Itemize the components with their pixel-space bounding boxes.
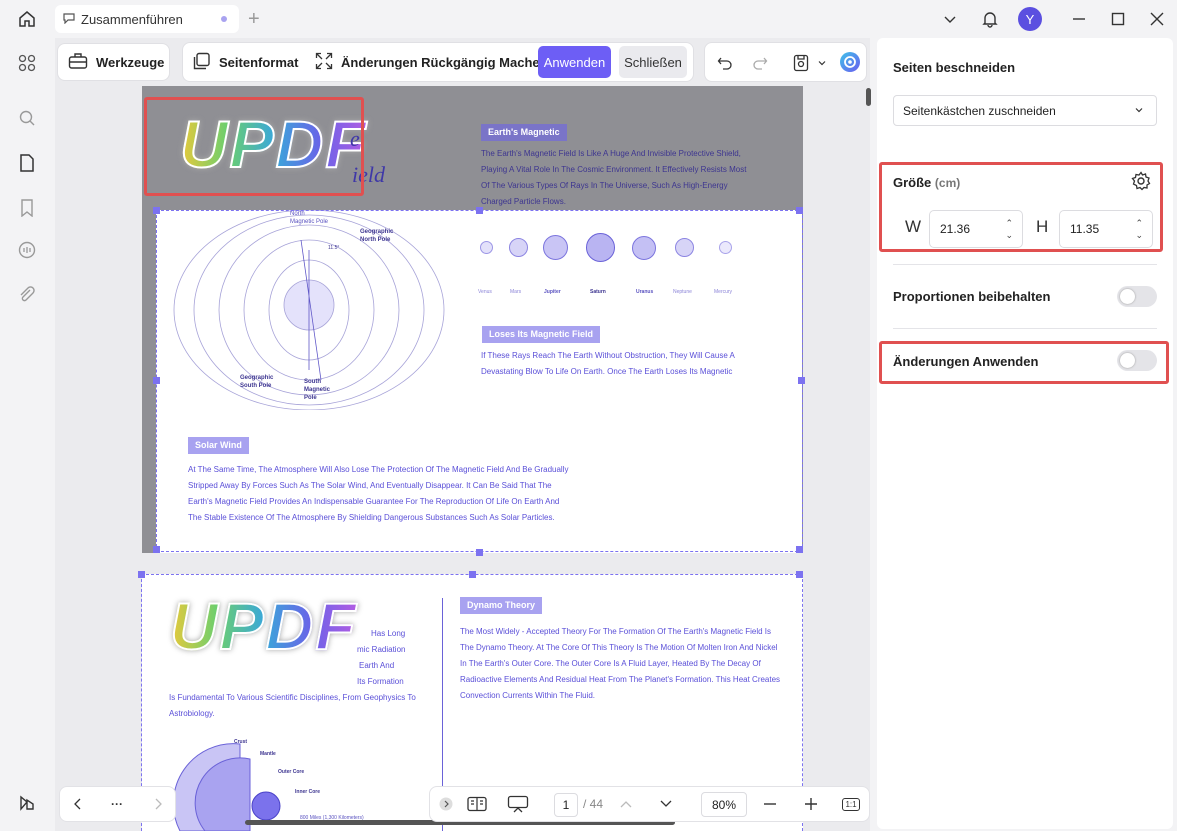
- comments-icon[interactable]: [15, 238, 39, 262]
- apply-button[interactable]: Anwenden: [538, 46, 611, 78]
- crop-handle-top-right[interactable]: [796, 207, 803, 214]
- undo-icon[interactable]: [715, 52, 735, 74]
- divider: [893, 264, 1157, 265]
- tools-button[interactable]: Werkzeuge: [57, 43, 170, 81]
- layers-icon[interactable]: [15, 791, 39, 815]
- crop-handle-top[interactable]: [476, 207, 483, 214]
- edit-toolbar: [704, 42, 867, 82]
- highlight-logo: [144, 97, 364, 196]
- bookmark-icon[interactable]: [15, 196, 39, 220]
- chevron-down-icon: [1134, 104, 1144, 118]
- tab-title: Zusammenführen: [81, 11, 183, 27]
- crop-handle-top-left[interactable]: [153, 207, 160, 214]
- undo-changes-label: Änderungen Rückgängig Machen: [341, 54, 548, 70]
- maximize-icon[interactable]: [1108, 8, 1128, 30]
- presentation-icon[interactable]: [506, 787, 530, 821]
- expand-icon: [315, 52, 333, 73]
- avatar[interactable]: Y: [1018, 7, 1042, 31]
- tab-document[interactable]: Zusammenführen: [55, 5, 239, 33]
- undo-changes-button[interactable]: Änderungen Rückgängig Machen: [315, 43, 548, 81]
- crop2-handle-top[interactable]: [469, 571, 476, 578]
- more-button[interactable]: ···: [104, 787, 130, 821]
- crop-handle-right[interactable]: [798, 377, 805, 384]
- redo-icon[interactable]: [750, 52, 770, 74]
- home-icon[interactable]: [14, 8, 40, 30]
- section-label-earth-magnetic: Earth's Magnetic: [481, 124, 567, 141]
- highlight-size-section: [879, 162, 1163, 252]
- actual-size-label: 1:1: [842, 797, 860, 811]
- chevron-up-icon[interactable]: [616, 787, 636, 821]
- crop-handle-left[interactable]: [153, 377, 160, 384]
- keep-proportions-toggle[interactable]: [1117, 286, 1157, 307]
- crop2-handle-top-left[interactable]: [138, 571, 145, 578]
- page-navigation-bar: 1 / 44 80% 1:1: [429, 786, 870, 822]
- vertical-scrollbar[interactable]: [866, 88, 871, 106]
- reading-mode-icon[interactable]: [466, 787, 488, 821]
- page-format-label: Seitenformat: [219, 54, 299, 70]
- left-sidebar: [0, 38, 55, 831]
- save-dropdown-icon[interactable]: [815, 52, 829, 74]
- page-format-button[interactable]: Seitenformat: [193, 43, 298, 81]
- collapse-toggle-icon[interactable]: [438, 787, 454, 821]
- apps-grid-icon[interactable]: [15, 51, 39, 75]
- crop2-handle-top-right[interactable]: [796, 571, 803, 578]
- title-bar: Zusammenführen + Y: [0, 0, 1177, 38]
- crop-handle-bottom[interactable]: [476, 549, 483, 556]
- chevron-down-icon[interactable]: [940, 8, 960, 30]
- zoom-level[interactable]: 80%: [701, 792, 747, 817]
- comment-icon: [63, 12, 75, 27]
- attachment-icon[interactable]: [15, 283, 39, 307]
- search-icon[interactable]: [15, 106, 39, 130]
- unsaved-dot: [221, 16, 227, 22]
- actual-size-button[interactable]: 1:1: [840, 787, 862, 821]
- thumbnail-nav: ···: [59, 786, 176, 822]
- section-text-earth-magnetic: The Earth's Magnetic Field Is Like A Hug…: [481, 149, 747, 206]
- chevron-right-icon[interactable]: [146, 787, 170, 821]
- crop-settings-panel: Seiten beschneiden Seitenkästchen zuschn…: [877, 38, 1173, 829]
- divider: [893, 328, 1157, 329]
- save-icon[interactable]: [791, 52, 811, 74]
- close-window-icon[interactable]: [1147, 8, 1167, 30]
- page-total: / 44: [582, 797, 603, 811]
- zoom-out-icon[interactable]: [760, 787, 780, 821]
- chevron-down-icon[interactable]: [656, 787, 676, 821]
- crop-box[interactable]: [156, 210, 803, 552]
- highlight-apply-changes: [879, 341, 1169, 384]
- keep-proportions-label: Proportionen beibehalten: [893, 289, 1051, 304]
- pages-icon[interactable]: [15, 151, 39, 175]
- close-button[interactable]: Schließen: [619, 46, 687, 78]
- crop-mode-select[interactable]: Seitenkästchen zuschneiden: [893, 95, 1157, 126]
- minimize-icon[interactable]: [1069, 8, 1089, 30]
- crop-handle-bottom-right[interactable]: [796, 546, 803, 553]
- toolbox-icon: [68, 52, 88, 73]
- chevron-left-icon[interactable]: [66, 787, 90, 821]
- crop-toolbar: Seitenformat Änderungen Rückgängig Mache…: [182, 42, 694, 82]
- zoom-in-icon[interactable]: [801, 787, 821, 821]
- bell-icon[interactable]: [980, 8, 1000, 30]
- crop-handle-bottom-left[interactable]: [153, 546, 160, 553]
- panel-title: Seiten beschneiden: [893, 60, 1016, 75]
- add-tab-button[interactable]: +: [248, 8, 260, 30]
- ai-assistant-icon[interactable]: [838, 51, 862, 73]
- tools-label: Werkzeuge: [96, 54, 165, 70]
- crop-mode-value: Seitenkästchen zuschneiden: [903, 103, 1056, 118]
- page-number-input[interactable]: 1: [554, 793, 578, 817]
- page-format-icon: [193, 52, 211, 73]
